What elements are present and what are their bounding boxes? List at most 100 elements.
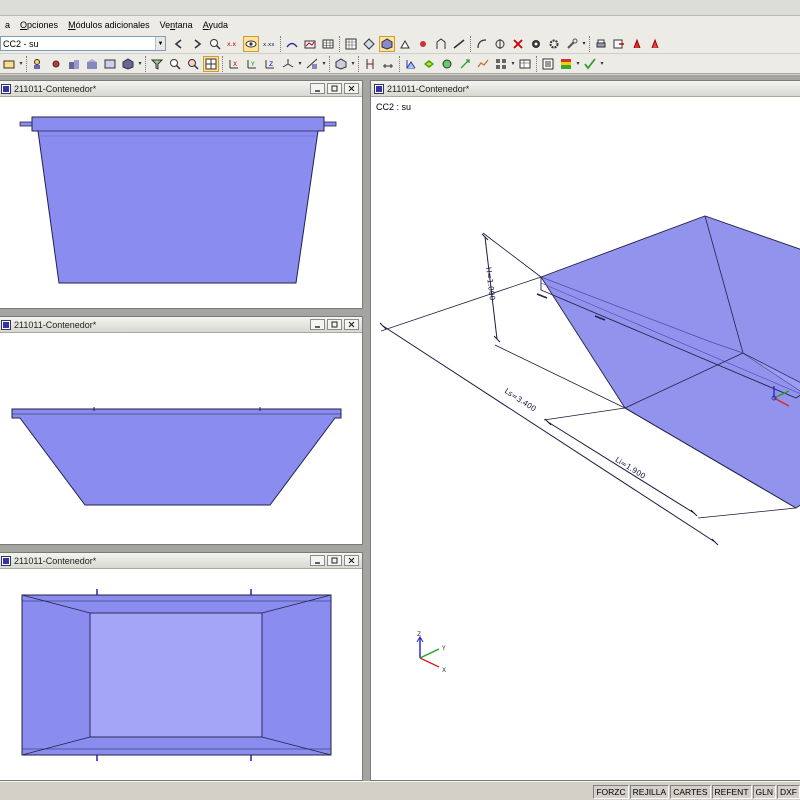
dropdown-arrow[interactable]: ▾	[18, 56, 24, 72]
deformation-button[interactable]	[284, 36, 300, 52]
values-button[interactable]: x.x	[225, 36, 241, 52]
release-button[interactable]	[528, 36, 544, 52]
front-view-window[interactable]: 211011-Contenedor*	[0, 80, 363, 309]
status-toggle-cartes[interactable]: CARTES	[670, 785, 711, 799]
members-button[interactable]	[451, 36, 467, 52]
dropdown-arrow[interactable]: ▾	[350, 56, 356, 72]
menu-item-modulos-adicionales[interactable]: Módulos adicionales	[63, 20, 155, 30]
arrows-button[interactable]	[457, 56, 473, 72]
result-table-button[interactable]	[517, 56, 533, 72]
lines-button[interactable]	[474, 36, 490, 52]
status-toggle-forzc[interactable]: FORZC	[593, 785, 629, 799]
measure-button[interactable]	[380, 56, 396, 72]
close-button[interactable]	[344, 83, 359, 94]
eye-icon	[245, 40, 257, 47]
surface-results-button[interactable]	[475, 56, 491, 72]
menu-item-ventana[interactable]: Ventana	[155, 20, 198, 30]
status-toggle-refent[interactable]: REFENT	[711, 785, 752, 799]
solid-view-button[interactable]	[120, 56, 136, 72]
group-view-button[interactable]	[66, 56, 82, 72]
grid-results-button[interactable]	[493, 56, 509, 72]
status-toggle-dxf[interactable]: DXF	[777, 785, 800, 799]
export-button[interactable]	[611, 36, 627, 52]
dropdown-arrow[interactable]: ▾	[297, 56, 303, 72]
toolbar-overflow[interactable]: ▾	[581, 36, 587, 52]
side-view-window[interactable]: 211011-Contenedor*	[0, 316, 363, 545]
isometric-view-window[interactable]: 211011-Contenedor* CC2 : su H=1.000 Ls=3…	[370, 80, 800, 781]
side-view-canvas[interactable]	[0, 334, 362, 544]
table-button[interactable]	[320, 36, 336, 52]
views-button[interactable]	[203, 55, 219, 72]
view-y-button[interactable]: Y	[244, 56, 260, 72]
previous-load-case-button[interactable]	[171, 36, 187, 52]
menu-item-opciones[interactable]: Opciones	[15, 20, 63, 30]
report-button[interactable]	[647, 36, 663, 52]
dropdown-arrow[interactable]: ▾	[137, 56, 143, 72]
view-x-button[interactable]: X	[226, 56, 242, 72]
dropdown-arrow[interactable]: ▾	[599, 56, 605, 72]
stress-button[interactable]	[439, 56, 455, 72]
print-button[interactable]	[593, 36, 609, 52]
section-button[interactable]	[492, 36, 508, 52]
window-title-bar[interactable]: 211011-Contenedor*	[371, 81, 800, 97]
menu-item-ayuda[interactable]: Ayuda	[198, 20, 233, 30]
user-view-button[interactable]	[30, 56, 46, 72]
mesh-button[interactable]	[361, 36, 377, 52]
section-cut-button[interactable]	[362, 56, 378, 72]
zoom-all-button[interactable]	[185, 56, 201, 72]
close-button[interactable]	[344, 555, 359, 566]
dropdown-arrow[interactable]: ▾	[510, 56, 516, 72]
navigator-button[interactable]	[540, 56, 556, 72]
settings-button[interactable]	[546, 36, 562, 52]
view-menu-button[interactable]	[1, 56, 17, 72]
rendering-button[interactable]	[304, 56, 320, 72]
result-values-button[interactable]: x.xx	[261, 36, 277, 52]
display-options-button[interactable]	[333, 56, 349, 72]
status-toggle-rejilla[interactable]: REJILLA	[629, 785, 670, 799]
toolbar-row-1: CC2 - su ▼ x.x x.xx ▾	[0, 34, 800, 54]
front-view-canvas[interactable]	[0, 98, 362, 308]
print-preview-button[interactable]	[629, 36, 645, 52]
results-button[interactable]	[207, 36, 223, 52]
surface-view-button[interactable]	[102, 56, 118, 72]
dropdown-arrow[interactable]: ▾	[575, 56, 581, 72]
load-case-select[interactable]: CC2 - su ▼	[0, 36, 166, 51]
tools-button[interactable]	[564, 36, 580, 52]
diagram-button[interactable]	[302, 36, 318, 52]
structure-view-button[interactable]	[84, 56, 100, 72]
isometric-view-button[interactable]	[280, 56, 296, 72]
render-button[interactable]	[379, 35, 395, 52]
maximize-button[interactable]	[327, 555, 342, 566]
color-scale-button[interactable]	[558, 56, 574, 72]
close-button[interactable]	[344, 319, 359, 330]
top-view-canvas[interactable]	[0, 570, 362, 780]
grid-button[interactable]	[343, 36, 359, 52]
check-button[interactable]	[582, 56, 598, 72]
menu-item-partial[interactable]: a	[0, 20, 15, 30]
minimize-button[interactable]	[310, 319, 325, 330]
node-view-button[interactable]	[48, 56, 64, 72]
delete-button[interactable]	[510, 36, 526, 52]
next-load-case-button[interactable]	[189, 36, 205, 52]
group-icon	[69, 59, 79, 69]
results-icon	[210, 38, 221, 50]
moment-diagram-button[interactable]	[403, 56, 419, 72]
show-results-button[interactable]	[243, 35, 259, 52]
report-icon	[651, 38, 659, 48]
chevron-down-icon[interactable]: ▼	[155, 37, 165, 50]
contour-button[interactable]	[421, 56, 437, 72]
nodes-button[interactable]	[415, 36, 431, 52]
view-z-button[interactable]: Z	[262, 56, 278, 72]
supports-button[interactable]	[397, 36, 413, 52]
status-toggle-gln[interactable]: GLN	[752, 785, 776, 799]
zoom-window-button[interactable]	[167, 56, 183, 72]
top-view-window[interactable]: 211011-Contenedor*	[0, 552, 363, 781]
isometric-view-canvas[interactable]: CC2 : su H=1.000 Ls=3.400 Li=1.900 Z Y X	[371, 98, 800, 780]
maximize-button[interactable]	[327, 319, 342, 330]
minimize-button[interactable]	[310, 83, 325, 94]
filter-button[interactable]	[149, 56, 165, 72]
frame-button[interactable]	[433, 36, 449, 52]
dropdown-arrow[interactable]: ▾	[321, 56, 327, 72]
maximize-button[interactable]	[327, 83, 342, 94]
minimize-button[interactable]	[310, 555, 325, 566]
